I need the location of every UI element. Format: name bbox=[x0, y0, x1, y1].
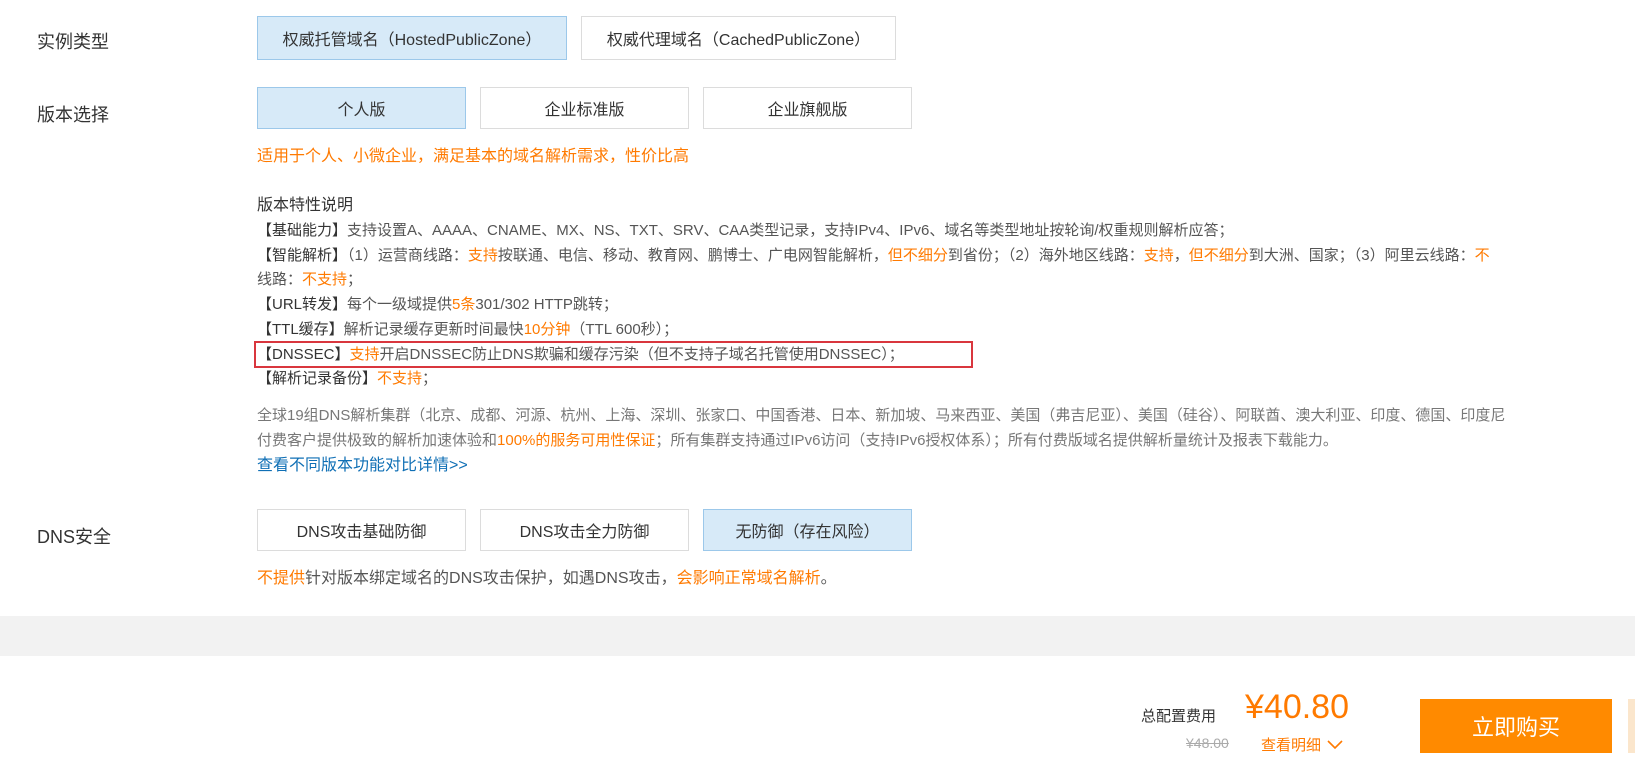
version-tagline: 适用于个人、小微企业，满足基本的域名解析需求，性价比高 bbox=[257, 148, 690, 165]
total-price: ¥40.80 bbox=[1245, 688, 1349, 726]
compare-link[interactable]: 查看不同版本功能对比详情>> bbox=[257, 454, 468, 478]
detail-link[interactable]: 查看明细 bbox=[1261, 734, 1343, 755]
feature-smart: 【智能解析】（1）运营商线路：支持按联通、电信、移动、教育网、鹏博士、广电网智能… bbox=[257, 247, 1490, 264]
option-hosted-public-zone[interactable]: 权威托管域名（HostedPublicZone） bbox=[257, 16, 567, 60]
version-label: 版本选择 bbox=[37, 105, 109, 125]
option-no-defense[interactable]: 无防御（存在风险） bbox=[703, 509, 912, 551]
dns-security-label: DNS安全 bbox=[37, 527, 112, 547]
feature-backup: 【解析记录备份】不支持； bbox=[257, 370, 438, 387]
dns-security-note: 不提供针对版本绑定域名的DNS攻击保护，如遇DNS攻击，会影响正常域名解析。 bbox=[257, 570, 837, 587]
option-dns-basic-defense[interactable]: DNS攻击基础防御 bbox=[257, 509, 466, 551]
feature-basic: 【基础能力】支持设置A、AAAA、CNAME、MX、NS、TXT、SRV、CAA… bbox=[257, 222, 1234, 239]
original-price: ¥48.00 bbox=[1186, 735, 1229, 751]
option-enterprise-standard[interactable]: 企业标准版 bbox=[480, 87, 689, 129]
option-enterprise-flagship[interactable]: 企业旗舰版 bbox=[703, 87, 912, 129]
clusters-line-1: 全球19组DNS解析集群（北京、成都、河源、杭州、上海、深圳、张家口、中国香港、… bbox=[257, 407, 1506, 424]
total-label: 总配置费用 bbox=[1141, 708, 1217, 725]
chevron-down-icon bbox=[1327, 739, 1343, 749]
clusters-line-2: 付费客户提供极致的解析加速体验和100%的服务可用性保证；所有集群支持通过IPv… bbox=[257, 432, 1338, 449]
secondary-button-edge[interactable] bbox=[1628, 699, 1635, 753]
option-dns-full-defense[interactable]: DNS攻击全力防御 bbox=[480, 509, 689, 551]
dnssec-highlight-box bbox=[254, 341, 973, 368]
features-title: 版本特性说明 bbox=[257, 197, 354, 214]
buy-now-button[interactable]: 立即购买 bbox=[1420, 699, 1612, 753]
instance-type-label: 实例类型 bbox=[37, 32, 109, 52]
detail-link-label: 查看明细 bbox=[1261, 737, 1322, 754]
option-personal-edition[interactable]: 个人版 bbox=[257, 87, 466, 129]
feature-ttl: 【TTL缓存】解析记录缓存更新时间最快10分钟（TTL 600秒）； bbox=[257, 321, 679, 338]
option-cached-public-zone[interactable]: 权威代理域名（CachedPublicZone） bbox=[581, 16, 896, 60]
feature-smart-cont: 线路：不支持； bbox=[257, 271, 363, 288]
footer-bar bbox=[0, 656, 1635, 783]
section-divider bbox=[0, 616, 1635, 656]
feature-url: 【URL转发】每个一级域提供5条301/302 HTTP跳转； bbox=[257, 296, 618, 313]
